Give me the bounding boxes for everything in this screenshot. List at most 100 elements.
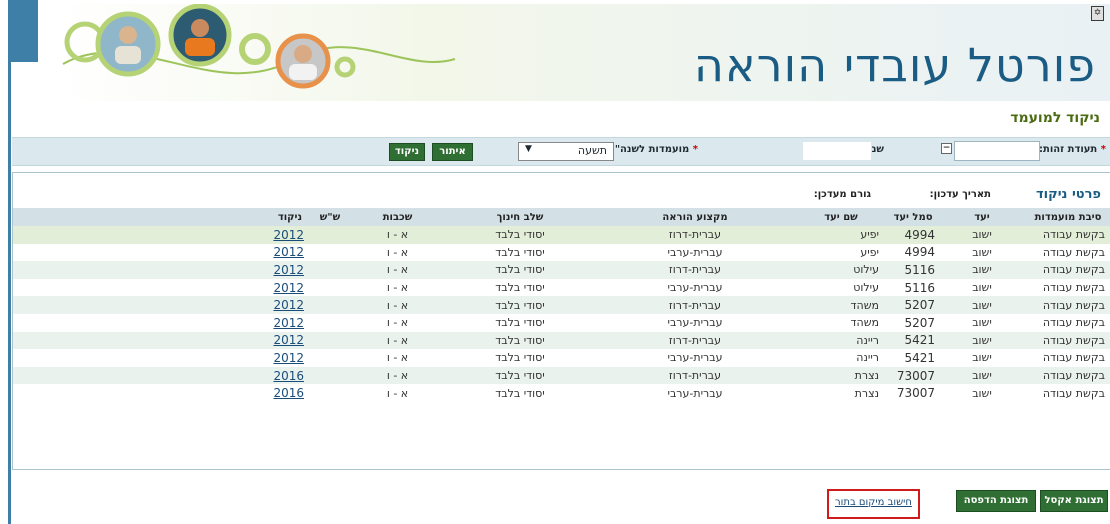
hours-cell	[310, 244, 350, 262]
reason-cell: בקשת עבודה	[1025, 226, 1110, 244]
target-type-cell: ישוב	[939, 366, 1025, 385]
reason-cell: בקשת עבודה	[1025, 366, 1110, 385]
grades-cell: א - ו	[386, 386, 409, 400]
column-header: שלב חינוך	[445, 208, 595, 226]
page-title: ניקוד למועמד	[1010, 110, 1100, 126]
table-row[interactable]: בקשת עבודה ישוב 5421 ריינה עברית-דרוז יס…	[13, 331, 1110, 350]
year-label: * מועמדות לשנה"ל:	[605, 144, 698, 155]
year-select-value: תשעה	[577, 144, 607, 157]
name-field[interactable]	[802, 141, 872, 161]
grades-cell: א - ו	[386, 316, 409, 330]
hours-cell	[310, 384, 350, 402]
target-name-cell: יפיע	[795, 226, 887, 244]
score-cell: 2016	[13, 366, 310, 385]
target-code-cell: 5116	[887, 261, 939, 279]
target-code-cell: 5421	[904, 350, 935, 365]
reason-cell: בקשת עבודה	[1042, 245, 1105, 259]
reason-cell: בקשת עבודה	[1025, 331, 1110, 350]
target-code-cell: 73007	[896, 386, 935, 401]
subject-cell: עברית-ערבי	[667, 281, 723, 295]
score-link[interactable]: 2016	[273, 386, 304, 400]
target-type-cell: ישוב	[972, 245, 992, 259]
target-name-cell: נצרת	[854, 386, 879, 400]
table-header-row: סיבת מועמדות יעד סמל יעד שם יעד מקצוע הו…	[13, 208, 1110, 226]
table-row[interactable]: בקשת עבודה ישוב 5207 משהד עברית-דרוז יסו…	[13, 296, 1110, 314]
subject-cell: עברית-דרוז	[595, 331, 795, 350]
target-name-cell: משהד	[795, 296, 887, 314]
portal-title: פורטל עובדי הוראה	[693, 38, 1096, 92]
id-input[interactable]	[954, 141, 1040, 161]
score-link[interactable]: 2016	[273, 369, 304, 383]
hours-cell	[310, 279, 350, 297]
column-header: יעד	[939, 208, 1025, 226]
subject-cell: עברית-ערבי	[667, 316, 723, 330]
target-code-cell: 5421	[887, 331, 939, 350]
subject-cell: עברית-דרוז	[595, 261, 795, 279]
score-details-panel: פרטי ניקוד תאריך עדכון: גורם מעדכן: סיבת…	[12, 172, 1110, 470]
column-header: שם יעד	[795, 208, 887, 226]
subject-cell: עברית-ערבי	[667, 245, 723, 259]
target-type-cell: ישוב	[972, 316, 992, 330]
reason-cell: בקשת עבודה	[1042, 351, 1105, 365]
grades-cell: א - ו	[350, 331, 445, 350]
print-view-button[interactable]: תצוגת הדפסה	[956, 490, 1036, 512]
target-type-cell: ישוב	[972, 351, 992, 365]
table-row[interactable]: בקשת עבודה ישוב 73007 נצרת עברית-דרוז יס…	[13, 366, 1110, 385]
required-mark: *	[1100, 144, 1106, 155]
target-name-cell: עילוט	[795, 261, 887, 279]
score-link[interactable]: 2012	[273, 333, 304, 347]
emblem-icon[interactable]: ✡	[1091, 6, 1104, 21]
queue-position-link[interactable]: חישוב מיקום בתור	[835, 497, 912, 508]
table-row[interactable]: בקשת עבודה ישוב 5116 עילוט עברית-דרוז יס…	[13, 261, 1110, 279]
score-link[interactable]: 2012	[273, 316, 304, 330]
column-header: סמל יעד	[887, 208, 939, 226]
hours-cell	[310, 261, 350, 279]
hours-cell	[310, 314, 350, 332]
table-row[interactable]: בקשת עבודה ישוב 5116 עילוט עברית-ערבי יס…	[13, 279, 1110, 297]
locate-button[interactable]: איתור	[432, 143, 473, 161]
collapse-icon[interactable]: −	[941, 143, 952, 154]
score-link[interactable]: 2012	[273, 263, 304, 277]
score-button[interactable]: ניקוד	[389, 143, 425, 161]
year-select[interactable]: תשעה ▼	[518, 142, 614, 161]
header-decoration	[62, 4, 456, 89]
excel-view-button[interactable]: תצוגת אקסל	[1040, 490, 1108, 512]
score-cell: 2012	[13, 261, 310, 279]
grades-cell: א - ו	[386, 351, 409, 365]
score-cell: 2012	[13, 279, 310, 297]
updated-date-label: תאריך עדכון:	[929, 189, 991, 200]
target-name-cell: משהד	[850, 316, 879, 330]
table-row[interactable]: בקשת עבודה ישוב 73007 נצרת עברית-ערבי יס…	[13, 384, 1110, 402]
score-link[interactable]: 2012	[273, 281, 304, 295]
score-link[interactable]: 2012	[273, 228, 304, 242]
left-accent-bar	[8, 0, 38, 62]
target-name-cell: ריינה	[795, 331, 887, 350]
hours-cell	[310, 331, 350, 350]
hours-cell	[310, 226, 350, 244]
grades-cell: א - ו	[386, 281, 409, 295]
grades-cell: א - ו	[350, 226, 445, 244]
table-row[interactable]: בקשת עבודה ישוב 4994 יפיע עברית-דרוז יסו…	[13, 226, 1110, 244]
score-link[interactable]: 2012	[273, 351, 304, 365]
required-mark: *	[692, 144, 698, 155]
reason-cell: בקשת עבודה	[1042, 316, 1105, 330]
target-type-cell: ישוב	[972, 281, 992, 295]
table-row[interactable]: בקשת עבודה ישוב 4994 יפיע עברית-ערבי יסו…	[13, 244, 1110, 262]
score-cell: 2012	[13, 296, 310, 314]
table-row[interactable]: בקשת עבודה ישוב 5207 משהד עברית-ערבי יסו…	[13, 314, 1110, 332]
table-row[interactable]: בקשת עבודה ישוב 5421 ריינה עברית-ערבי יס…	[13, 349, 1110, 367]
level-cell: יסודי בלבד	[495, 281, 545, 295]
target-code-cell: 5207	[904, 315, 935, 330]
score-link[interactable]: 2012	[273, 245, 304, 259]
target-name-cell: יפיע	[860, 245, 879, 259]
score-cell: 2012	[13, 331, 310, 350]
score-link[interactable]: 2012	[273, 298, 304, 312]
left-accent-strip	[8, 62, 11, 524]
target-code-cell: 4994	[904, 245, 935, 260]
column-header: ניקוד	[13, 208, 310, 226]
updated-by-label: גורם מעדכן:	[813, 189, 871, 200]
subject-cell: עברית-ערבי	[667, 351, 723, 365]
target-type-cell: ישוב	[939, 261, 1025, 279]
grades-cell: א - ו	[386, 245, 409, 259]
reason-cell: בקשת עבודה	[1025, 261, 1110, 279]
